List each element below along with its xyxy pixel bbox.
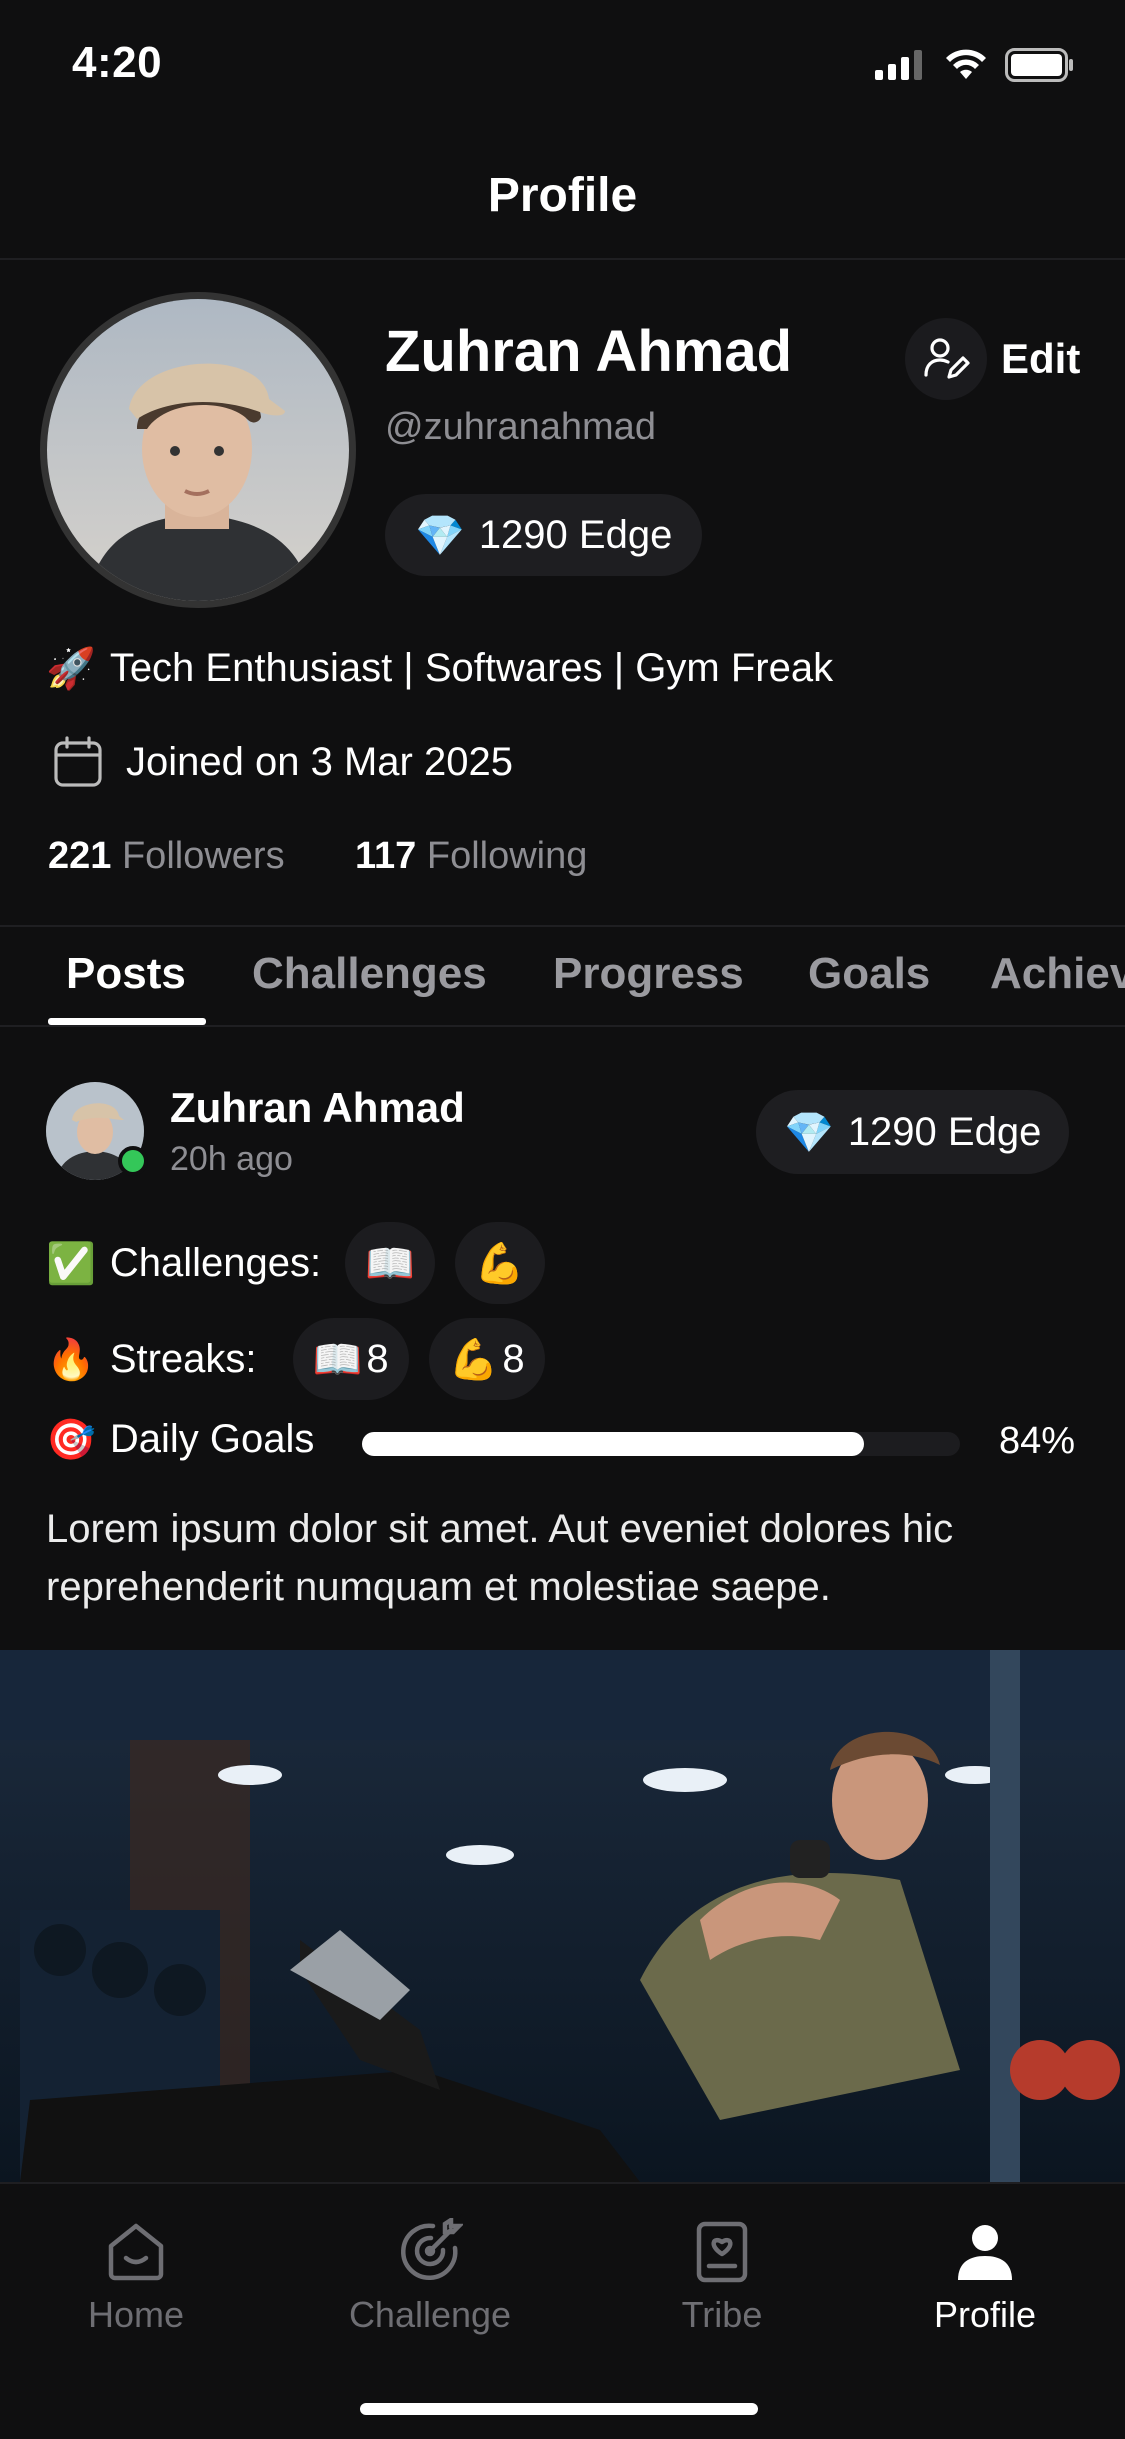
daily-goals-progress-fill	[362, 1432, 865, 1456]
active-tab-indicator	[48, 1018, 206, 1025]
nav-challenge[interactable]: Challenge	[345, 2218, 515, 2336]
tab-achievements[interactable]: Achievements	[990, 949, 1125, 999]
post-body-text: Lorem ipsum dolor sit amet. Aut eveniet …	[46, 1507, 954, 1609]
edit-label: Edit	[1001, 335, 1081, 382]
challenge-icon	[401, 2218, 463, 2280]
home-icon	[108, 2223, 164, 2281]
tab-posts[interactable]: Posts	[66, 949, 186, 999]
home-indicator	[360, 2403, 758, 2415]
streak-chip-gym[interactable]: 💪 8	[428, 1318, 545, 1400]
tribe-icon	[696, 2221, 748, 2283]
signal-icon	[875, 50, 922, 80]
fire-icon: 🔥	[46, 1337, 96, 1382]
followers-count: 221	[48, 835, 112, 877]
online-status-dot	[118, 1146, 148, 1176]
edit-user-icon	[905, 318, 987, 400]
book-icon: 📖	[312, 1337, 363, 1382]
challenge-chip-reading[interactable]: 📖	[345, 1222, 435, 1304]
nav-home-label: Home	[87, 2294, 185, 2335]
header-divider	[0, 258, 1125, 260]
page-title: Profile	[487, 168, 638, 222]
edge-badge: 💎 1290 Edge	[385, 494, 703, 576]
edge-value: 1290 Edge	[478, 512, 673, 557]
calendar-icon	[54, 736, 102, 787]
rocket-icon: 🚀	[46, 647, 96, 691]
tab-goals[interactable]: Goals	[808, 949, 930, 999]
following-count: 117	[355, 835, 417, 877]
daily-goals-label: Daily Goals	[109, 1417, 315, 1461]
post-edge-badge: 💎 1290 Edge	[756, 1090, 1070, 1174]
challenges-label: Challenges:	[109, 1240, 322, 1285]
streaks-row: 🔥 Streaks: 📖 8 💪 8	[46, 1318, 545, 1400]
profile-name: Zuhran Ahmad	[385, 319, 793, 384]
daily-goals-progress-bar	[362, 1432, 960, 1456]
challenges-row: ✅ Challenges: 📖 💪	[46, 1222, 545, 1304]
challenge-chip-gym[interactable]: 💪	[454, 1222, 545, 1304]
nav-challenge-label: Challenge	[348, 2294, 512, 2335]
target-icon: 🎯	[46, 1418, 96, 1462]
diamond-icon: 💎	[415, 513, 465, 558]
profile-icon	[958, 2225, 1012, 2280]
status-time: 4:20	[72, 38, 163, 87]
streak-count: 8	[502, 1336, 525, 1381]
nav-profile[interactable]: Profile	[925, 2218, 1045, 2336]
edit-profile-button[interactable]: Edit	[905, 318, 1080, 400]
profile-tabs: Posts Challenges Progress Goals Achievem…	[0, 925, 1125, 1027]
post-timestamp: 20h ago	[170, 1140, 293, 1178]
daily-goals-percent: 84%	[998, 1420, 1075, 1462]
followers-link[interactable]: 221 Followers	[48, 835, 285, 878]
wifi-icon	[946, 49, 986, 79]
joined-text: Joined on 3 Mar 2025	[126, 739, 513, 784]
following-label: Following	[426, 835, 588, 877]
nav-tribe[interactable]: Tribe	[670, 2218, 774, 2336]
post-author-name[interactable]: Zuhran Ahmad	[170, 1084, 465, 1132]
profile-bio: 🚀 Tech Enthusiast | Softwares | Gym Frea…	[46, 645, 833, 692]
bottom-navigation: Home Challenge Tribe Profile	[0, 2182, 1125, 2439]
status-icons	[875, 48, 1075, 82]
check-icon: ✅	[46, 1241, 96, 1286]
muscle-icon: 💪	[474, 1241, 525, 1286]
battery-icon	[1005, 48, 1073, 82]
daily-goals-row: 🎯 Daily Goals	[46, 1416, 314, 1463]
nav-home[interactable]: Home	[72, 2218, 200, 2336]
streak-count: 8	[366, 1336, 389, 1381]
header: Profile	[0, 130, 1125, 260]
bio-text: Tech Enthusiast | Softwares | Gym Freak	[109, 646, 834, 690]
diamond-icon: 💎	[784, 1110, 834, 1155]
book-icon: 📖	[365, 1241, 415, 1286]
profile-avatar[interactable]	[40, 292, 356, 608]
streak-chip-reading[interactable]: 📖 8	[292, 1318, 409, 1400]
joined-date: Joined on 3 Mar 2025	[52, 735, 513, 789]
streaks-label: Streaks:	[109, 1336, 257, 1381]
nav-profile-label: Profile	[933, 2294, 1037, 2335]
nav-tribe-label: Tribe	[681, 2294, 763, 2335]
following-link[interactable]: 117 Following	[355, 835, 587, 878]
profile-handle: @zuhranahmad	[385, 406, 656, 448]
post-edge-value: 1290 Edge	[847, 1109, 1042, 1154]
muscle-icon: 💪	[448, 1337, 499, 1382]
tab-challenges[interactable]: Challenges	[252, 949, 487, 999]
followers-label: Followers	[121, 835, 285, 877]
post-image[interactable]	[0, 1650, 1125, 2182]
tab-progress[interactable]: Progress	[553, 949, 744, 999]
